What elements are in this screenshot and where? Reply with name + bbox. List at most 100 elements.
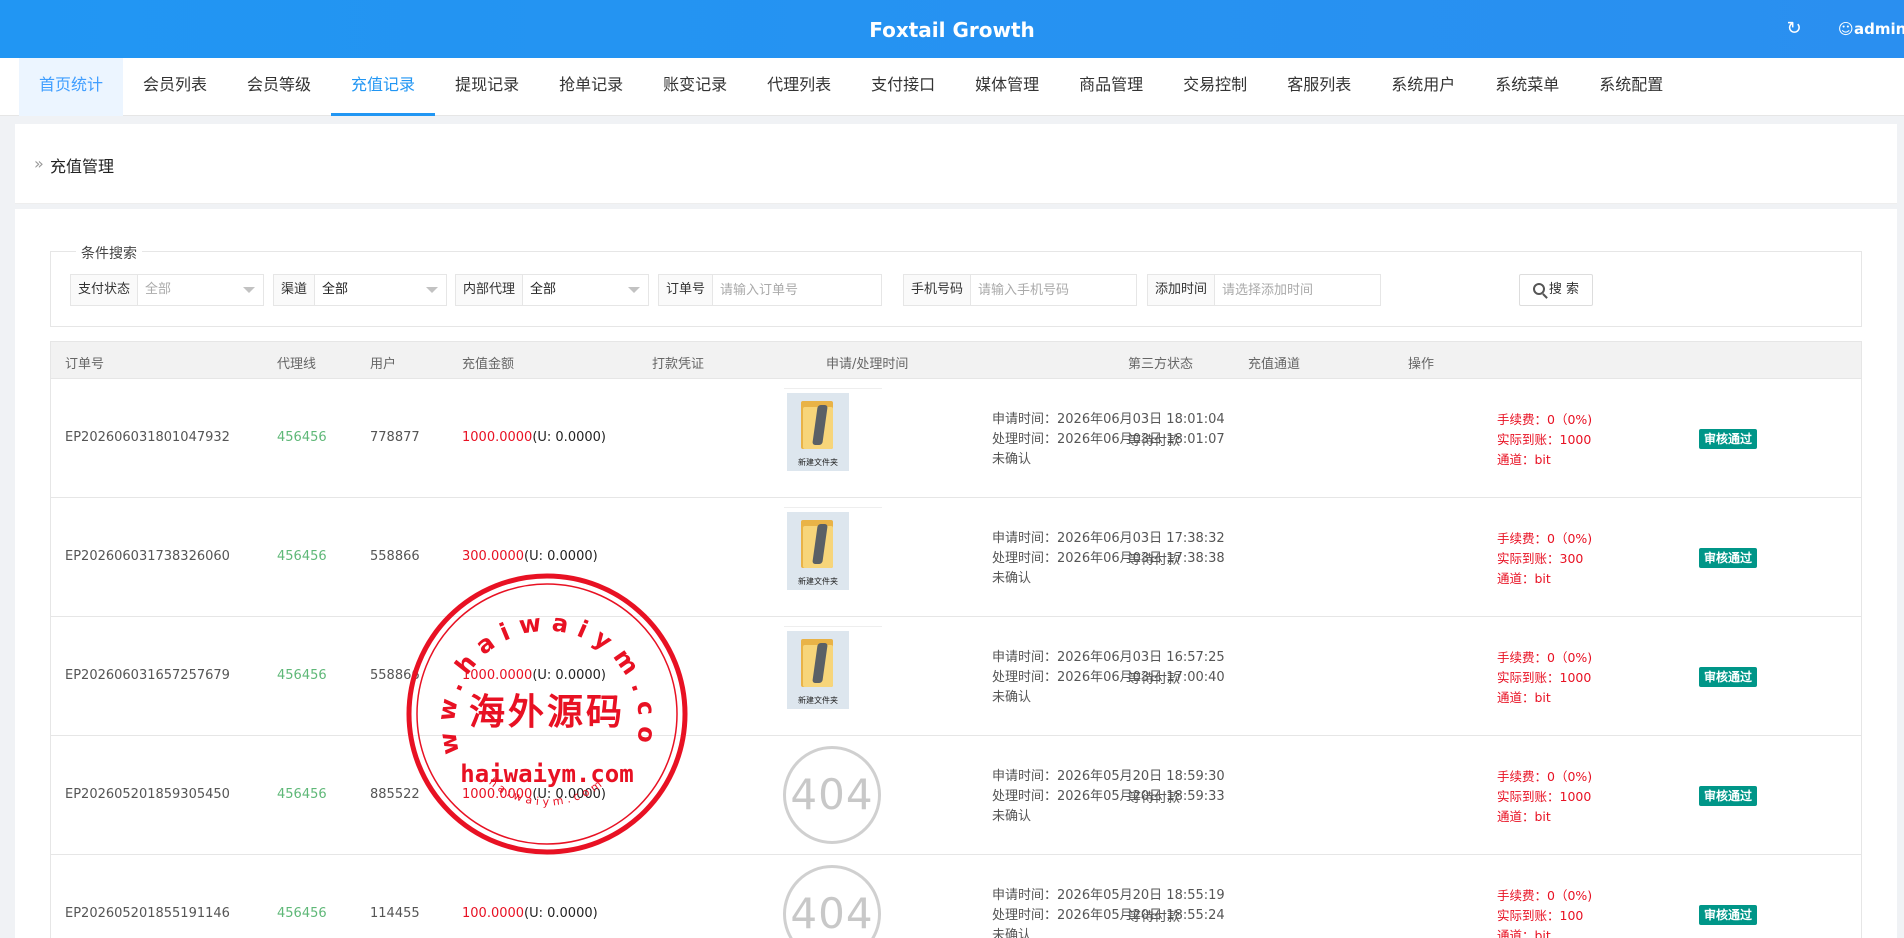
nav-tab-system-menu[interactable]: 系统菜单 xyxy=(1475,58,1579,116)
table-header: 订单号 代理线 用户 充值金额 打款凭证 申请/处理时间 第三方状态 充值通道 操作 xyxy=(50,341,1862,379)
column-header-amount: 充值金额 xyxy=(462,357,515,372)
nav-tab-system-users[interactable]: 系统用户 xyxy=(1371,58,1475,116)
phone-field[interactable]: 手机号码 xyxy=(903,274,1137,306)
time-label: 添加时间 xyxy=(1148,275,1216,305)
nav-tab-support[interactable]: 客服列表 xyxy=(1267,58,1371,116)
column-header-third-status: 第三方状态 xyxy=(1128,357,1194,372)
amount-cell: 1000.0000(U: 0.0000) xyxy=(462,430,606,445)
agent-label: 内部代理 xyxy=(456,275,524,305)
approve-badge[interactable]: 审核通过 xyxy=(1699,429,1758,449)
time-input[interactable] xyxy=(1215,275,1380,305)
actual-amount: 实际到账：300 xyxy=(1497,551,1584,566)
channel-cell: 手续费：0（0%) 实际到账：1000 通道：bit xyxy=(1497,767,1592,827)
image-not-found-icon[interactable]: 404 xyxy=(783,746,881,844)
third-party-status: 等待付款 xyxy=(1128,672,1181,687)
amount-cell: 1000.0000(U: 0.0000) xyxy=(462,787,606,802)
agent-line: 456456 xyxy=(277,549,327,564)
confirm-status: 未确认 xyxy=(992,452,1032,467)
order-field[interactable]: 订单号 xyxy=(658,274,882,306)
recharge-amount: 1000.0000 xyxy=(462,787,533,802)
time-cell: 申请时间：2026年05月20日 18:55:19 处理时间：2026年05月20… xyxy=(992,886,1225,938)
usdt-amount: (U: 0.0000) xyxy=(524,549,598,564)
channel-cell: 手续费：0（0%) 实际到账：1000 通道：bit xyxy=(1497,410,1592,470)
process-time: 处理时间：2026年06月03日 17:00:40 xyxy=(992,670,1225,685)
user-id: 558866 xyxy=(370,668,420,683)
phone-input[interactable] xyxy=(971,275,1136,305)
third-party-status: 等待付款 xyxy=(1128,791,1181,806)
search-icon xyxy=(1532,283,1545,295)
voucher-caption: 新建文件夹 xyxy=(798,577,838,586)
page-title: 充值管理 xyxy=(50,157,115,176)
recharge-table: 订单号 代理线 用户 充值金额 打款凭证 申请/处理时间 第三方状态 充值通道 操作 EP202… xyxy=(50,341,1862,938)
order-number: EP202605201855191146 xyxy=(65,906,230,921)
phone-label: 手机号码 xyxy=(904,275,972,305)
fee-text: 手续费：0（0%) xyxy=(1497,769,1593,784)
approve-badge[interactable]: 审核通过 xyxy=(1699,905,1758,925)
actual-amount: 实际到账：1000 xyxy=(1497,670,1592,685)
actual-amount: 实际到账：1000 xyxy=(1497,789,1592,804)
channel-name: 通道：bit xyxy=(1497,809,1551,824)
column-header-user: 用户 xyxy=(370,357,397,372)
user-id: 885522 xyxy=(370,787,420,802)
table-row: EP202605201859305450 456456 885522 1000.000… xyxy=(50,736,1862,855)
apply-time: 申请时间：2026年06月03日 16:57:25 xyxy=(992,650,1225,665)
third-party-status: 等待付款 xyxy=(1128,553,1181,568)
voucher-caption: 新建文件夹 xyxy=(798,458,838,467)
process-time: 处理时间：2026年05月20日 18:59:33 xyxy=(992,789,1225,804)
search-fieldset: 条件搜索 支付状态 全部 渠道 全部 内部代理 全部 订单号 手机号码 添加时间… xyxy=(50,243,1862,327)
nav-tab-trade-control[interactable]: 交易控制 xyxy=(1163,58,1267,116)
agent-value: 全部 xyxy=(530,282,557,297)
search-button[interactable]: 搜 索 xyxy=(1519,274,1593,306)
apply-time: 申请时间：2026年06月03日 17:38:32 xyxy=(992,531,1225,546)
column-header-order: 订单号 xyxy=(65,357,105,372)
channel-select[interactable]: 渠道 全部 xyxy=(273,274,447,306)
refresh-icon[interactable]: ↻ xyxy=(1783,18,1805,40)
voucher-thumbnail[interactable]: 新建文件夹 xyxy=(784,626,882,712)
nav-tab-system-config[interactable]: 系统配置 xyxy=(1579,58,1683,116)
fee-text: 手续费：0（0%) xyxy=(1497,412,1593,427)
pay-status-select[interactable]: 支付状态 全部 xyxy=(70,274,264,306)
agent-select[interactable]: 内部代理 全部 xyxy=(455,274,649,306)
nav-tab-balance-changes[interactable]: 账变记录 xyxy=(643,58,747,116)
fee-text: 手续费：0（0%) xyxy=(1497,650,1593,665)
nav-tab-withdraw-records[interactable]: 提现记录 xyxy=(435,58,539,116)
nav-tab-agents[interactable]: 代理列表 xyxy=(747,58,851,116)
column-header-channel: 充值通道 xyxy=(1248,357,1301,372)
fee-text: 手续费：0（0%) xyxy=(1497,888,1593,903)
nav-tab-products[interactable]: 商品管理 xyxy=(1059,58,1163,116)
user-menu[interactable]: ☺admin xyxy=(1838,20,1904,38)
order-input[interactable] xyxy=(713,275,881,305)
confirm-status: 未确认 xyxy=(992,571,1032,586)
folder-icon: 新建文件夹 xyxy=(787,631,849,709)
third-party-status: 等待付款 xyxy=(1128,910,1181,925)
nav-tab-home[interactable]: 首页统计 xyxy=(19,58,124,116)
nav-tab-members[interactable]: 会员列表 xyxy=(123,58,227,116)
nav-tab-payment-gateways[interactable]: 支付接口 xyxy=(851,58,955,116)
channel-cell: 手续费：0（0%) 实际到账：300 通道：bit xyxy=(1497,529,1592,589)
pay-status-value: 全部 xyxy=(145,282,172,297)
channel-cell: 手续费：0（0%) 实际到账：1000 通道：bit xyxy=(1497,648,1592,708)
nav-tab-grab-orders[interactable]: 抢单记录 xyxy=(539,58,643,116)
nav-tab-member-levels[interactable]: 会员等级 xyxy=(227,58,331,116)
time-field[interactable]: 添加时间 xyxy=(1147,274,1381,306)
recharge-amount: 100.0000 xyxy=(462,906,525,921)
usdt-amount: (U: 0.0000) xyxy=(532,668,606,683)
actual-amount: 实际到账：1000 xyxy=(1497,432,1592,447)
approve-badge[interactable]: 审核通过 xyxy=(1699,667,1758,687)
channel-name: 通道：bit xyxy=(1497,571,1551,586)
user-id: 778877 xyxy=(370,430,420,445)
amount-cell: 100.0000(U: 0.0000) xyxy=(462,906,598,921)
approve-badge[interactable]: 审核通过 xyxy=(1699,548,1758,568)
content-panel: 条件搜索 支付状态 全部 渠道 全部 内部代理 全部 订单号 手机号码 添加时间… xyxy=(15,209,1897,938)
actual-amount: 实际到账：100 xyxy=(1497,908,1584,923)
nav-tab-recharge-records[interactable]: 充值记录 xyxy=(331,58,436,116)
apply-time: 申请时间：2026年05月20日 18:55:19 xyxy=(992,888,1225,903)
column-header-agent: 代理线 xyxy=(277,357,317,372)
voucher-thumbnail[interactable]: 新建文件夹 xyxy=(784,507,882,593)
approve-badge[interactable]: 审核通过 xyxy=(1699,786,1758,806)
nav-tab-media[interactable]: 媒体管理 xyxy=(955,58,1059,116)
image-not-found-icon[interactable]: 404 xyxy=(783,865,881,938)
table-row: EP202606031657257679 456456 558866 1000.000… xyxy=(50,617,1862,736)
voucher-thumbnail[interactable]: 新建文件夹 xyxy=(784,388,882,474)
pay-status-label: 支付状态 xyxy=(71,275,139,305)
